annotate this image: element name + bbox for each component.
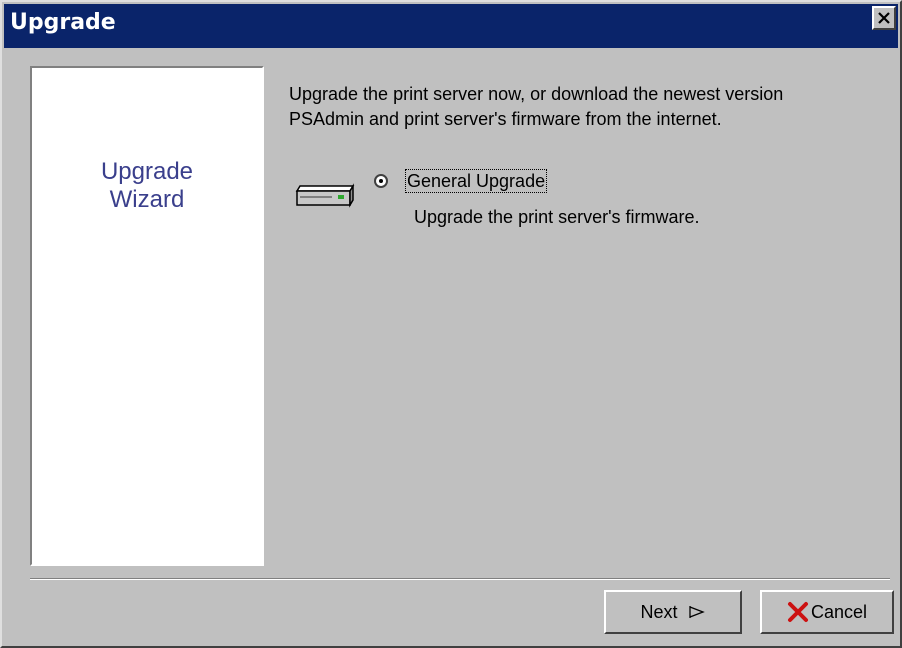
wizard-heading-line1: Upgrade — [100, 158, 194, 185]
description-line1: Upgrade the print server now, or downloa… — [289, 84, 784, 104]
arrow-right-icon — [688, 606, 705, 618]
next-button-label: Next — [640, 601, 678, 622]
close-icon — [878, 12, 890, 24]
cancel-button-label: Cancel — [810, 601, 868, 622]
red-x-icon — [787, 602, 808, 622]
wizard-heading: Upgrade Wizard — [32, 158, 262, 214]
close-button[interactable] — [872, 6, 896, 30]
general-upgrade-description: Upgrade the print server's firmware. — [414, 207, 700, 227]
footer-separator — [30, 578, 890, 580]
description-line2: PSAdmin and print server's firmware from… — [289, 109, 722, 129]
upgrade-dialog: Upgrade Upgrade Wizard Upgrade the print… — [0, 0, 902, 648]
cancel-button[interactable]: Cancel — [760, 590, 894, 634]
title-bar[interactable]: Upgrade — [4, 4, 898, 48]
description-text: Upgrade the print server now, or downloa… — [289, 82, 889, 132]
wizard-heading-line2: Wizard — [109, 186, 185, 213]
print-server-device-icon — [295, 183, 355, 208]
radio-selected-dot — [379, 179, 383, 183]
next-button[interactable]: Next — [604, 590, 742, 634]
wizard-side-panel: Upgrade Wizard — [30, 66, 264, 566]
general-upgrade-radio[interactable] — [374, 174, 388, 188]
general-upgrade-label[interactable]: General Upgrade — [404, 169, 548, 193]
dialog-title: Upgrade — [10, 10, 116, 35]
